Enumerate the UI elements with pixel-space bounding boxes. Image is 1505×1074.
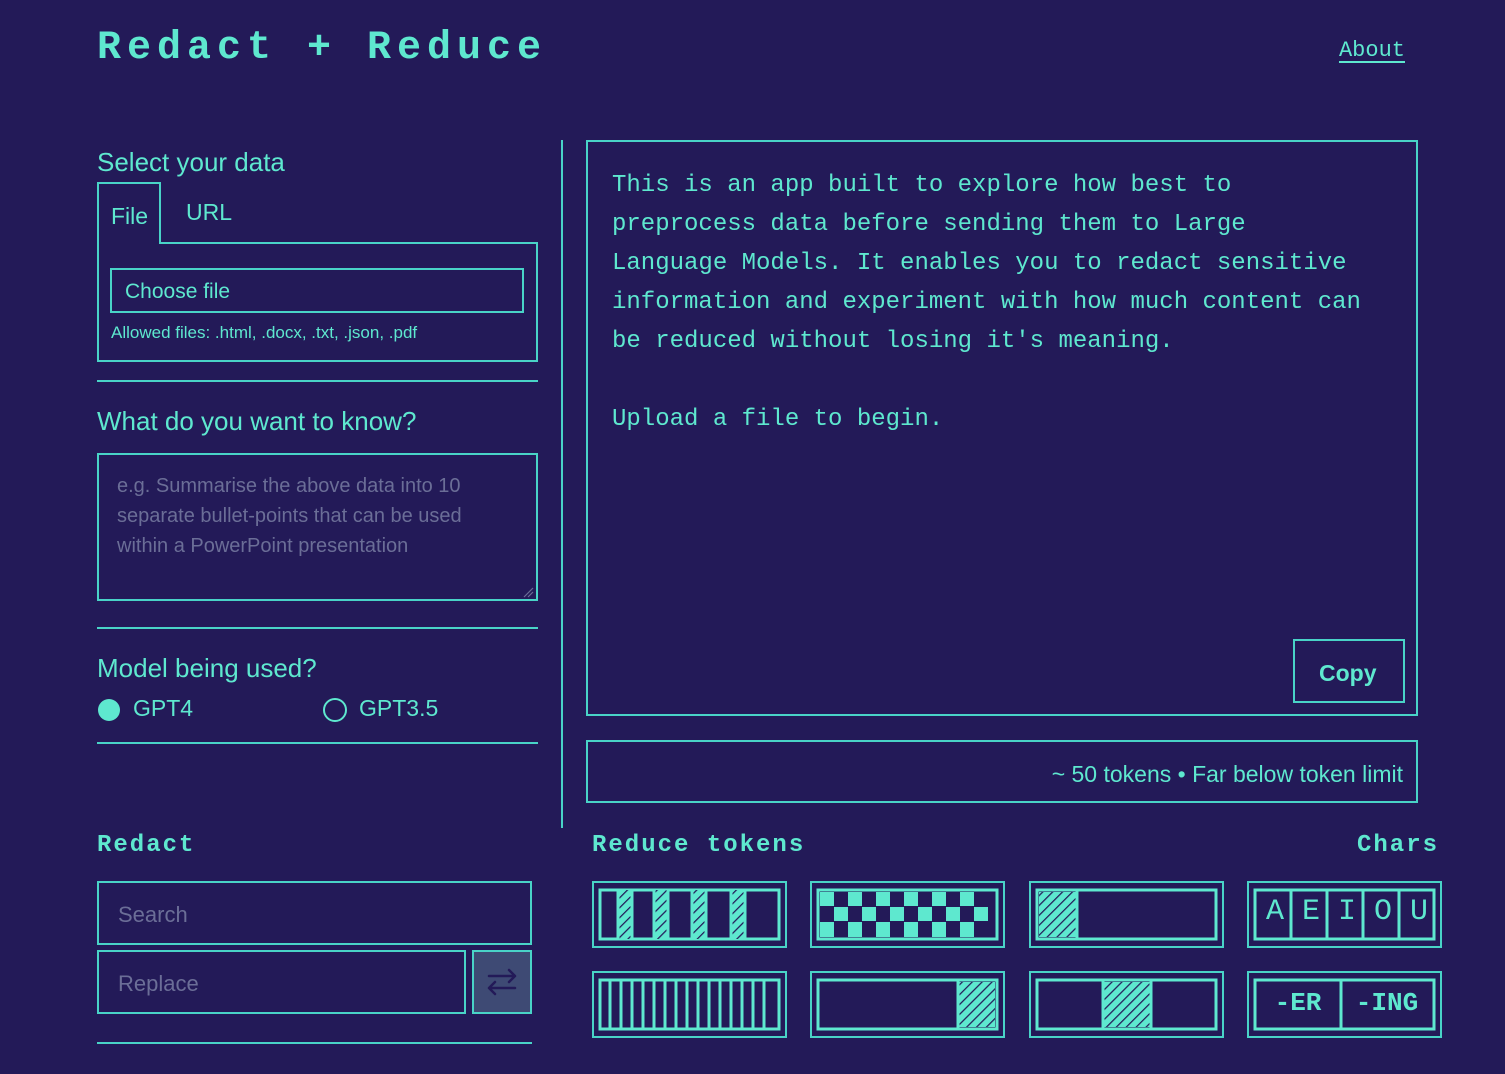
vowel-a: A bbox=[1265, 895, 1284, 929]
end-block-tile[interactable] bbox=[810, 971, 1005, 1038]
checker-pattern-icon bbox=[816, 888, 999, 941]
reduce-tokens-heading: Reduce tokens bbox=[592, 832, 806, 859]
tab-file[interactable]: File bbox=[97, 182, 161, 244]
redact-heading: Redact bbox=[97, 832, 196, 859]
tab-file-label: File bbox=[111, 203, 149, 229]
middle-block-tile[interactable] bbox=[1029, 971, 1224, 1038]
choose-file-label: Choose file bbox=[125, 280, 231, 303]
divider bbox=[97, 627, 538, 629]
vowel-e: E bbox=[1301, 895, 1320, 929]
allowed-files-hint: Allowed files: .html, .docx, .txt, .json… bbox=[111, 323, 418, 342]
middle-block-icon bbox=[1035, 978, 1218, 1031]
dense-stripes-icon bbox=[598, 978, 781, 1031]
column-divider bbox=[561, 140, 563, 828]
model-heading: Model being used? bbox=[97, 653, 317, 683]
start-block-tile[interactable] bbox=[1029, 881, 1224, 948]
output-text: This is an app built to explore how best… bbox=[612, 172, 1361, 433]
token-status: ~ 50 tokens • Far below token limit bbox=[1051, 761, 1403, 787]
vowel-u: U bbox=[1409, 895, 1428, 929]
choose-file-button[interactable]: Choose file bbox=[110, 268, 524, 313]
radio-gpt35[interactable] bbox=[323, 698, 347, 722]
replace-input[interactable]: Replace bbox=[97, 950, 466, 1014]
copy-button[interactable]: Copy bbox=[1293, 639, 1405, 703]
label-gpt4[interactable]: GPT4 bbox=[133, 695, 193, 722]
suffix-er: -ER bbox=[1274, 988, 1322, 1018]
replace-placeholder: Replace bbox=[118, 971, 199, 996]
tab-url[interactable]: URL bbox=[186, 199, 232, 226]
divider bbox=[97, 742, 538, 744]
copy-label: Copy bbox=[1319, 660, 1377, 686]
vowels-tile[interactable]: A E I O U bbox=[1247, 881, 1442, 948]
question-textarea[interactable]: e.g. Summarise the above data into 10 se… bbox=[97, 453, 538, 601]
suffixes-tile[interactable]: -ER -ING bbox=[1247, 971, 1442, 1038]
stripes-pattern-tile[interactable] bbox=[592, 881, 787, 948]
resize-handle-icon[interactable] bbox=[522, 586, 534, 598]
suffix-ing: -ING bbox=[1355, 988, 1419, 1018]
question-heading: What do you want to know? bbox=[97, 406, 417, 436]
about-link[interactable]: About bbox=[1339, 38, 1405, 63]
swap-button[interactable] bbox=[472, 950, 532, 1014]
divider bbox=[97, 1042, 532, 1044]
end-block-icon bbox=[816, 978, 999, 1031]
vowel-i: I bbox=[1337, 895, 1356, 929]
swap-arrows-icon bbox=[487, 968, 517, 996]
search-placeholder: Search bbox=[118, 902, 188, 927]
radio-gpt4[interactable] bbox=[98, 699, 120, 721]
stripes-pattern-icon bbox=[598, 888, 781, 941]
chars-heading: Chars bbox=[1357, 832, 1440, 859]
search-input[interactable]: Search bbox=[97, 881, 532, 945]
checker-pattern-tile[interactable] bbox=[810, 881, 1005, 948]
divider bbox=[97, 380, 538, 382]
label-gpt35[interactable]: GPT3.5 bbox=[359, 695, 438, 722]
dense-stripes-tile[interactable] bbox=[592, 971, 787, 1038]
vowel-o: O bbox=[1373, 895, 1392, 929]
start-block-icon bbox=[1035, 888, 1218, 941]
token-status-bar: ~ 50 tokens • Far below token limit bbox=[586, 740, 1418, 803]
select-data-heading: Select your data bbox=[97, 147, 285, 177]
app-title: Redact + Reduce bbox=[97, 26, 548, 71]
